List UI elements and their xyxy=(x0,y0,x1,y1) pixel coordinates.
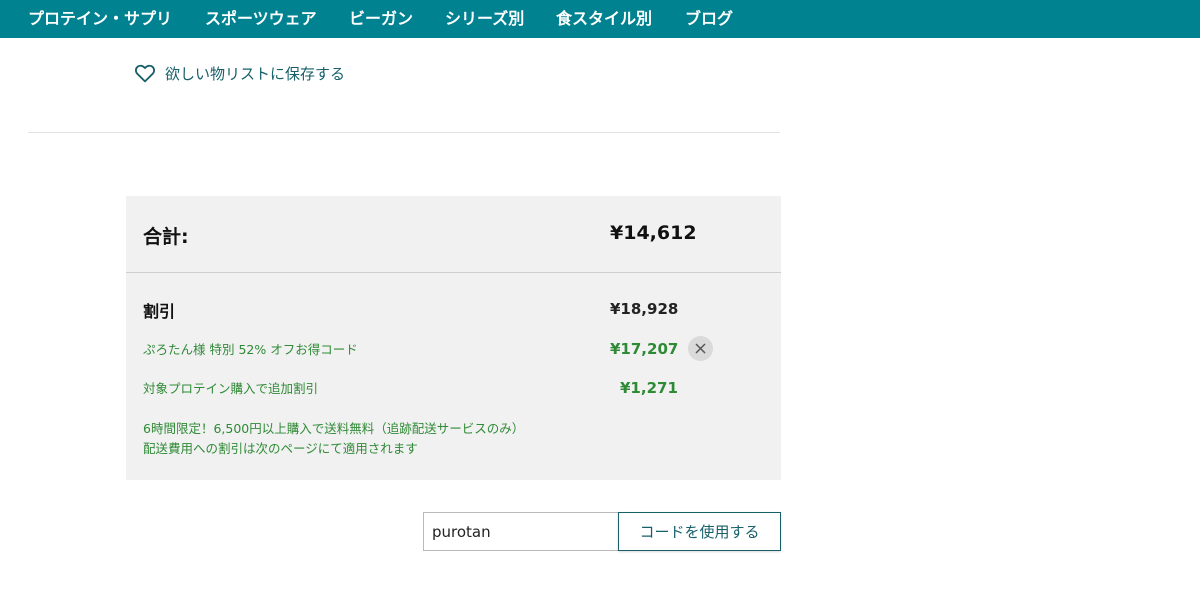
discount-value: ¥18,928 xyxy=(610,300,679,318)
promo-code-discount-label: ぷろたん様 特別 52% オフお得コード xyxy=(143,342,358,357)
nav-item-vegan[interactable]: ビーガン xyxy=(349,0,413,38)
shipping-discount-note: 配送費用への割引は次のページにて適用されます xyxy=(143,441,418,456)
discount-label: 割引 xyxy=(143,302,176,321)
save-to-wishlist-link[interactable]: 欲しい物リストに保存する xyxy=(134,61,345,85)
close-icon xyxy=(695,343,706,354)
top-navigation: プロテイン・サプリ スポーツウェア ビーガン シリーズ別 食スタイル別 ブログ xyxy=(0,0,1200,38)
total-label: 合計: xyxy=(143,226,189,248)
nav-item-sportswear[interactable]: スポーツウェア xyxy=(205,0,317,38)
heart-outline-icon xyxy=(134,63,156,83)
total-value: ¥14,612 xyxy=(610,222,697,244)
wishlist-label: 欲しい物リストに保存する xyxy=(165,64,346,83)
nav-item-series[interactable]: シリーズ別 xyxy=(445,0,524,38)
promo-code-input[interactable] xyxy=(423,512,619,551)
apply-code-button[interactable]: コードを使用する xyxy=(618,512,781,551)
protein-extra-discount-amount: ¥1,271 xyxy=(620,379,678,397)
nav-item-diet-style[interactable]: 食スタイル別 xyxy=(556,0,652,38)
nav-item-blog[interactable]: ブログ xyxy=(685,0,733,38)
free-shipping-note: 6時間限定！6,500円以上購入で送料無料（追跡配送サービスのみ） xyxy=(143,421,525,436)
protein-extra-discount-label: 対象プロテイン購入で追加割引 xyxy=(143,381,319,396)
promo-code-discount-amount: ¥17,207 xyxy=(610,340,679,358)
summary-divider xyxy=(126,272,781,273)
section-divider xyxy=(28,132,780,133)
order-summary: 合計: ¥14,612 割引 ¥18,928 ぷろたん様 特別 52% オフお得… xyxy=(126,196,781,480)
remove-promo-code-button[interactable] xyxy=(688,336,713,361)
nav-item-protein-supplements[interactable]: プロテイン・サプリ xyxy=(28,0,172,38)
